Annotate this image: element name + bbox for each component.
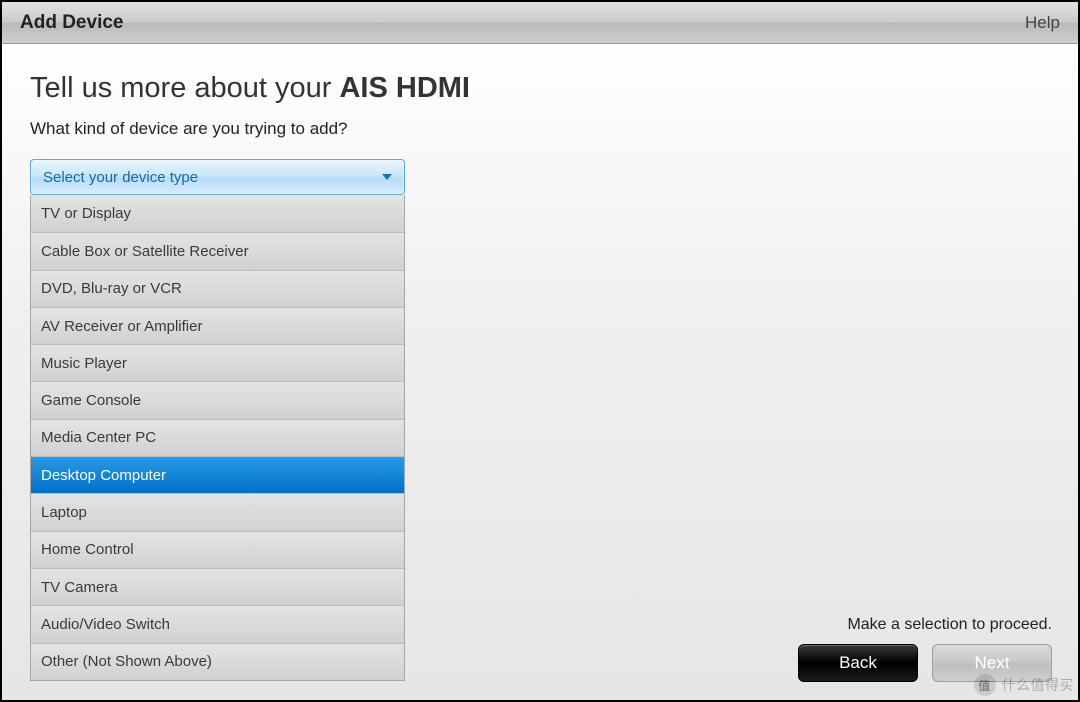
chevron-down-icon [382,174,392,180]
device-type-option[interactable]: DVD, Blu-ray or VCR [31,270,404,307]
device-type-option[interactable]: Audio/Video Switch [31,605,404,642]
device-type-option[interactable]: Other (Not Shown Above) [31,643,404,680]
page-subtitle: What kind of device are you trying to ad… [30,119,1050,139]
page-heading: Tell us more about your AIS HDMI [30,72,1050,105]
device-type-option[interactable]: Laptop [31,493,404,530]
content-area: Tell us more about your AIS HDMI What ki… [2,44,1078,700]
device-type-option[interactable]: Home Control [31,531,404,568]
footer: Make a selection to proceed. Back Next [798,616,1052,682]
device-type-listbox[interactable]: TV or DisplayCable Box or Satellite Rece… [30,195,405,681]
device-type-option[interactable]: Desktop Computer [31,456,404,493]
heading-device: AIS HDMI [339,72,470,104]
combobox-placeholder: Select your device type [43,169,198,186]
device-type-option[interactable]: Game Console [31,381,404,418]
device-type-option[interactable]: Media Center PC [31,419,404,456]
selection-hint: Make a selection to proceed. [847,616,1052,634]
add-device-window: Add Device Help Tell us more about your … [2,2,1078,700]
back-button[interactable]: Back [798,644,918,682]
next-button: Next [932,644,1052,682]
button-row: Back Next [798,644,1052,682]
device-type-option[interactable]: TV or Display [31,195,404,232]
device-type-option[interactable]: Cable Box or Satellite Receiver [31,232,404,269]
heading-prefix: Tell us more about your [30,72,339,104]
device-type-option[interactable]: AV Receiver or Amplifier [31,307,404,344]
device-type-option[interactable]: Music Player [31,344,404,381]
device-type-combobox[interactable]: Select your device type [30,159,405,195]
window-title: Add Device [20,12,123,34]
device-type-option[interactable]: TV Camera [31,568,404,605]
help-link[interactable]: Help [1025,13,1060,33]
titlebar: Add Device Help [2,2,1078,44]
device-type-combo-wrap: Select your device type TV or DisplayCab… [30,159,405,681]
